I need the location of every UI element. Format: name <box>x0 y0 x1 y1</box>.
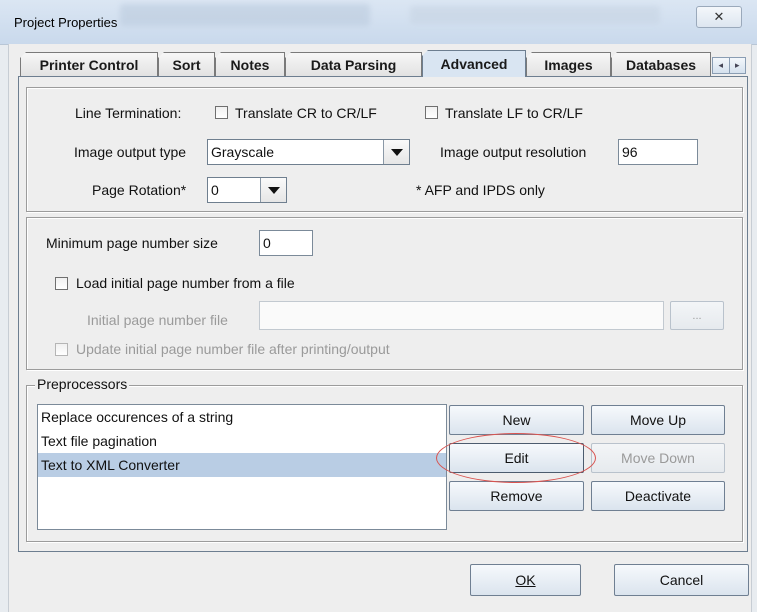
tab-label: Databases <box>625 56 697 73</box>
cr-to-crlf-checkbox[interactable] <box>215 106 228 119</box>
tab-label: Advanced <box>440 56 508 72</box>
close-button[interactable]: ✕ <box>696 6 742 28</box>
edit-button[interactable]: Edit <box>449 443 584 473</box>
update-file-label[interactable]: Update initial page number file after pr… <box>76 341 390 357</box>
move-down-button[interactable]: Move Down <box>591 443 725 473</box>
remove-button[interactable]: Remove <box>449 481 584 511</box>
ok-label: OK <box>515 572 536 588</box>
tab-label: Printer Control <box>39 56 139 73</box>
title-bar[interactable]: Project Properties ✕ <box>0 0 757 45</box>
tab-advanced[interactable]: Advanced <box>422 50 526 77</box>
chevron-down-icon[interactable] <box>260 178 286 202</box>
line-termination-label: Line Termination: <box>75 105 182 121</box>
image-type-label: Image output type <box>74 144 187 160</box>
list-item-selected[interactable]: Text to XML Converter <box>38 453 446 477</box>
tab-sort[interactable]: Sort <box>158 52 215 76</box>
image-resolution-label: Image output resolution <box>440 144 587 160</box>
window-title: Project Properties <box>14 15 118 30</box>
initial-file-label: Initial page number file <box>87 312 228 328</box>
page-rotation-value: 0 <box>211 182 219 198</box>
load-initial-label[interactable]: Load initial page number from a file <box>76 275 295 291</box>
tab-printer-control[interactable]: Printer Control <box>20 52 158 76</box>
min-page-label: Minimum page number size <box>46 235 218 251</box>
chevron-down-icon[interactable] <box>383 140 409 164</box>
image-type-value: Grayscale <box>211 144 275 160</box>
tab-label: Data Parsing <box>310 56 397 73</box>
initial-file-field[interactable] <box>259 301 664 330</box>
tab-databases[interactable]: Databases <box>611 52 711 76</box>
blurred-background <box>410 6 660 24</box>
ok-button[interactable]: OK <box>470 564 581 596</box>
tab-label: Notes <box>230 56 270 73</box>
tab-data-parsing[interactable]: Data Parsing <box>285 52 422 76</box>
load-initial-checkbox[interactable] <box>55 277 68 290</box>
cr-to-crlf-label[interactable]: Translate CR to CR/LF <box>235 105 377 121</box>
tab-scroll-buttons[interactable]: ◂ ▸ <box>712 57 746 74</box>
blurred-background <box>120 4 370 26</box>
cancel-label: Cancel <box>659 572 704 588</box>
afp-note: * AFP and IPDS only <box>416 182 545 198</box>
page-rotation-select[interactable]: 0 <box>207 177 287 203</box>
move-up-button[interactable]: Move Up <box>591 405 725 435</box>
preprocessors-legend: Preprocessors <box>35 376 130 394</box>
lf-to-crlf-label[interactable]: Translate LF to CR/LF <box>445 105 583 121</box>
tab-label: Sort <box>172 56 201 73</box>
tab-label: Images <box>544 56 593 73</box>
list-item[interactable]: Replace occurences of a string <box>38 405 446 429</box>
browse-button[interactable]: ... <box>670 301 724 330</box>
image-type-select[interactable]: Grayscale <box>207 139 410 165</box>
lf-to-crlf-checkbox[interactable] <box>425 106 438 119</box>
tab-images[interactable]: Images <box>526 52 611 76</box>
scroll-left-icon[interactable]: ◂ <box>713 58 730 73</box>
image-resolution-field[interactable]: 96 <box>618 139 698 165</box>
new-button[interactable]: New <box>449 405 584 435</box>
deactivate-button[interactable]: Deactivate <box>591 481 725 511</box>
min-page-field[interactable]: 0 <box>259 230 313 256</box>
list-item[interactable]: Text file pagination <box>38 429 446 453</box>
close-icon: ✕ <box>713 9 725 24</box>
cancel-button[interactable]: Cancel <box>614 564 749 596</box>
page-rotation-label: Page Rotation* <box>92 182 187 198</box>
scroll-right-icon[interactable]: ▸ <box>730 58 746 73</box>
preprocessor-list[interactable]: Replace occurences of a string Text file… <box>37 404 447 530</box>
update-file-checkbox[interactable] <box>55 343 68 356</box>
tab-notes[interactable]: Notes <box>215 52 285 76</box>
